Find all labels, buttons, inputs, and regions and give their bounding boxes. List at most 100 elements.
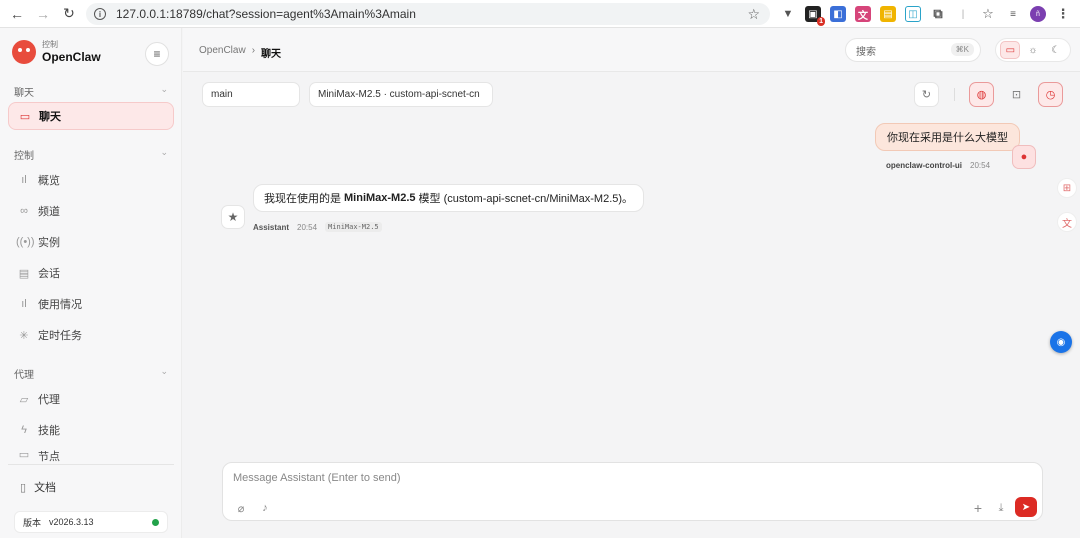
chevron-down-icon: ⌄ — [160, 84, 168, 94]
brain-icon: ◍ — [976, 89, 987, 101]
model-select[interactable]: MiniMax-M2.5 · custom-api-scnet-cn — [309, 82, 493, 107]
chat-assistant-icon[interactable]: ◉ — [1050, 331, 1072, 353]
agent-select-value: main — [211, 89, 233, 100]
section-chat[interactable]: 聊天 ⌄ — [14, 84, 168, 99]
dark-theme-icon[interactable]: ☾ — [1046, 41, 1066, 59]
agent-select[interactable]: main — [202, 82, 300, 107]
vpn-extension-icon[interactable]: ▼ — [780, 6, 796, 22]
refresh-button[interactable]: ↻ — [914, 82, 939, 107]
sidebar-item-nodes[interactable]: ▭ 节点 — [8, 447, 174, 463]
search-shortcut: ⌘K — [950, 43, 974, 56]
breadcrumb-current: 聊天 — [261, 49, 282, 60]
assistant-text-before: 我现在使用的是 — [264, 193, 341, 205]
sidebar-item-chat[interactable]: ▭ 聊天 — [8, 102, 174, 130]
sidebar-item-skills[interactable]: ϟ 技能 — [8, 416, 174, 444]
send-button[interactable]: ➤ — [1015, 497, 1037, 517]
sidebar-item-label: 概览 — [38, 175, 60, 187]
user-avatar-icon: ● — [1012, 145, 1036, 169]
address-bar[interactable]: i 127.0.0.1:18789/chat?session=agent%3Am… — [86, 3, 770, 25]
more-menu-icon[interactable]: ⋮ — [1055, 6, 1071, 22]
clock-icon: ◷ — [1045, 89, 1056, 101]
profile-avatar[interactable]: ñ — [1030, 6, 1046, 22]
extensions-bar: ▼ ▣ 1 ◧ 文 ▤ ◫ ⧉ | ☆ ≡ ñ ⋮ — [780, 4, 1071, 26]
sidebar-item-instances[interactable]: ((•)) 实例 — [8, 228, 174, 256]
section-label: 代理 — [14, 370, 34, 381]
reading-list-icon[interactable]: ≡ — [1005, 6, 1021, 22]
extension-badge: 1 — [817, 17, 825, 26]
assistant-text-after: 模型 (custom-api-scnet-cn/MiniMax-M2.5)。 — [418, 193, 634, 205]
message-input[interactable] — [233, 472, 933, 490]
light-theme-icon[interactable]: ☼ — [1023, 41, 1043, 59]
section-label: 控制 — [14, 151, 34, 162]
toolbar-separator — [954, 88, 955, 101]
bookmark-star-icon[interactable]: ☆ — [747, 6, 760, 23]
model-select-value: MiniMax-M2.5 · custom-api-scnet-cn — [318, 89, 480, 100]
add-widget-icon[interactable]: ⊞ — [1057, 178, 1077, 198]
breadcrumb: OpenClaw › 聊天 — [199, 45, 281, 60]
sidebar-item-label: 使用情况 — [38, 299, 82, 311]
history-button[interactable]: ◷ — [1038, 82, 1063, 107]
section-agents[interactable]: 代理 ⌄ — [14, 366, 168, 381]
assistant-message-bubble: 我现在使用的是 MiniMax-M2.5 模型 (custom-api-scne… — [253, 184, 645, 212]
breadcrumb-root[interactable]: OpenClaw — [199, 45, 246, 60]
extension-icon[interactable]: ▣ 1 — [805, 6, 825, 26]
sidebar-item-label: 频道 — [38, 206, 60, 218]
microphone-icon[interactable]: ♪ — [257, 500, 273, 516]
separator: | — [961, 8, 965, 20]
thinking-toggle-button[interactable]: ◍ — [969, 82, 994, 107]
bookmarks-star-icon[interactable]: ☆ — [980, 6, 996, 22]
sidebar-item-cron[interactable]: ✳ 定时任务 — [8, 321, 174, 349]
message-composer: ⌀ ♪ + ⤓ ➤ — [222, 462, 1043, 521]
sidebar-item-usage[interactable]: ıl 使用情况 — [8, 290, 174, 318]
site-info-icon[interactable]: i — [94, 8, 106, 20]
focus-icon: ⊡ — [1011, 89, 1022, 101]
book-extension-icon[interactable]: ◫ — [905, 6, 921, 22]
extension-icon[interactable]: ◧ — [830, 6, 846, 22]
sidebar-item-label: 节点 — [38, 451, 60, 463]
docs-label: 文档 — [34, 482, 57, 494]
translate-extension-icon[interactable]: 文 — [855, 6, 871, 22]
attach-icon[interactable]: ⌀ — [233, 500, 249, 516]
sidebar-item-agents[interactable]: ▱ 代理 — [8, 385, 174, 413]
translate-icon[interactable]: 文 — [1057, 212, 1077, 232]
reload-icon[interactable]: ↻ — [58, 3, 80, 25]
assistant-time: 20:54 — [297, 222, 318, 232]
collapse-sidebar-button[interactable]: ≡ — [145, 42, 169, 66]
assistant-model-name: MiniMax-M2.5 — [344, 192, 416, 204]
book-icon: ▯ — [20, 481, 27, 494]
back-icon[interactable]: ← — [6, 3, 28, 25]
status-dot — [152, 518, 159, 526]
folder-icon: ▱ — [19, 393, 29, 406]
sidebar-item-label: 会话 — [38, 268, 60, 280]
user-message-bubble: 你现在采用是什么大模型 — [875, 123, 1020, 151]
section-control[interactable]: 控制 ⌄ — [14, 147, 168, 162]
focus-mode-button[interactable]: ⊡ — [1004, 82, 1029, 107]
chevron-down-icon: ⌄ — [160, 366, 168, 376]
search-input[interactable]: 搜索 ⌘K — [845, 38, 981, 62]
send-icon: ➤ — [1021, 501, 1031, 513]
sidebar-item-channels[interactable]: ∞ 频道 — [8, 197, 174, 225]
system-theme-icon[interactable]: ▭ — [1000, 41, 1021, 59]
loader-icon: ✳ — [19, 329, 29, 342]
version-value: v2026.3.13 — [49, 517, 94, 527]
version-badge: 版本 v2026.3.13 — [14, 511, 168, 533]
docs-link[interactable]: ▯ 文档 — [20, 479, 56, 495]
sidebar-item-label: 聊天 — [39, 111, 61, 123]
user-message-meta: openclaw-control-ui 20:54 — [886, 161, 990, 170]
puzzle-extensions-icon[interactable]: ⧉ — [930, 6, 946, 22]
sidebar: 控制 OpenClaw ≡ 聊天 ⌄ ▭ 聊天 控制 ⌄ ıl 概览 ∞ 频道 … — [0, 28, 182, 538]
signal-icon: ((•)) — [16, 236, 35, 248]
topbar: OpenClaw › 聊天 搜索 ⌘K ▭ ☼ ☾ — [183, 28, 1080, 72]
download-icon[interactable]: ⤓ — [993, 500, 1009, 516]
notes-extension-icon[interactable]: ▤ — [880, 6, 896, 22]
add-icon[interactable]: + — [970, 500, 986, 516]
url-text: 127.0.0.1:18789/chat?session=agent%3Amai… — [116, 7, 416, 21]
assistant-model-tag: MiniMax-M2.5 — [325, 222, 382, 232]
forward-icon[interactable]: → — [32, 3, 54, 25]
sidebar-item-sessions[interactable]: ▤ 会话 — [8, 259, 174, 287]
user-time: 20:54 — [970, 161, 991, 170]
theme-switcher: ▭ ☼ ☾ — [995, 38, 1071, 62]
sidebar-item-overview[interactable]: ıl 概览 — [8, 166, 174, 194]
section-label: 聊天 — [14, 88, 34, 99]
sidebar-item-label: 代理 — [38, 394, 60, 406]
